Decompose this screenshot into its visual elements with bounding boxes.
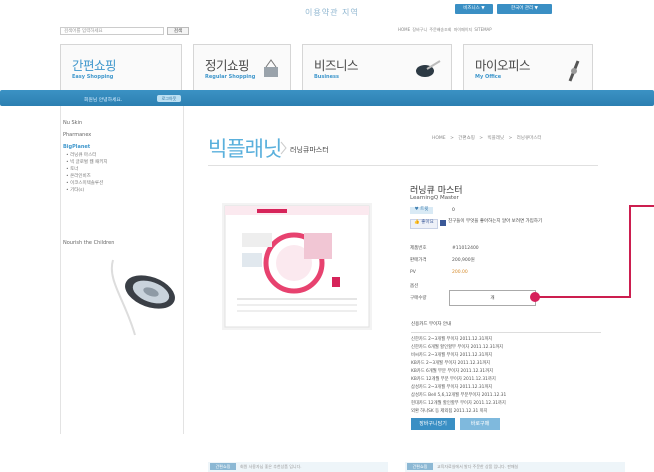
footer-tag: 간편쇼핑: [210, 463, 236, 470]
facebook-text: 친구들이 무엇을 좋아하는지 알아 보려면 가입하기: [448, 219, 543, 224]
card-line: KB카드 12개월 부분 무이자 2011.12.31까지: [411, 377, 496, 382]
annotation-line: [538, 296, 631, 298]
card-line: 외환 하나SK 등 제외됨 2011.12.31 까지: [411, 409, 488, 414]
tile-title: 비즈니스: [314, 58, 359, 73]
field-label: 제품번호: [410, 246, 427, 251]
tweet-button[interactable]: ♥ 트윗: [410, 207, 433, 214]
chevron-right-icon: [280, 141, 287, 155]
tile-title: 마이오피스: [475, 58, 531, 73]
tile-subtitle: My Office: [475, 74, 502, 80]
tile-easy-shopping[interactable]: 간편쇼핑 Easy Shopping: [60, 44, 182, 94]
card-line: 신한카드 2~3개월 무이자 2011.12.31까지: [411, 337, 493, 342]
card-line: 삼성카드 2~3개월 무이자 2011.12.31까지: [411, 385, 493, 390]
tile-subtitle: Business: [314, 74, 339, 80]
field-label: 옵션: [410, 284, 419, 289]
facebook-icon: [440, 220, 446, 226]
product-screenshot-graphic: [224, 205, 370, 328]
sidebar-sub-item[interactable]: • 이코스미텍솔루션: [66, 180, 103, 186]
quantity-input[interactable]: 개: [449, 290, 536, 306]
footer-tag: 간편쇼핑: [407, 463, 433, 470]
tile-regular-shopping[interactable]: 정기쇼핑 Regular Shopping: [193, 44, 291, 94]
sidebar-item-pharmanex[interactable]: Pharmanex: [63, 132, 91, 138]
business-dropdown[interactable]: 비즈니스 ▼: [455, 4, 493, 14]
product-code: #11012400: [452, 246, 479, 251]
basket-icon: [264, 59, 278, 77]
product-price: 200,900원: [452, 258, 475, 263]
field-label: PV: [410, 270, 416, 275]
field-label: 판매가격: [410, 258, 427, 263]
logout-button[interactable]: 로그아웃: [157, 95, 181, 102]
buy-now-button[interactable]: 바로구매: [460, 418, 500, 430]
sidebar-sub-item[interactable]: • 러닝큐 마스터: [66, 152, 96, 158]
sidebar-sub-item[interactable]: • 온라인비즈: [66, 173, 91, 179]
tile-subtitle: Regular Shopping: [205, 74, 256, 80]
annotation-dot: [530, 292, 540, 302]
sidebar-sub-item[interactable]: • 토너: [66, 166, 78, 172]
language-dropdown[interactable]: 한국어 관리 ▼: [497, 4, 552, 14]
pen-holder-icon: [568, 60, 580, 82]
tile-my-office[interactable]: 마이오피스 My Office: [463, 44, 593, 94]
add-to-cart-button[interactable]: 장바구니담기: [411, 418, 455, 430]
tweet-count: 0: [452, 208, 455, 213]
sidebar-sub-item[interactable]: • 빅 글로벌 웹 패키지: [66, 159, 108, 165]
product-pv: 200.00: [452, 270, 468, 275]
search-input[interactable]: 검색어를 입력하세요: [60, 27, 164, 35]
tile-subtitle: Easy Shopping: [72, 74, 114, 80]
tile-title: 정기쇼핑: [205, 58, 250, 73]
tile-title: 간편쇼핑: [72, 58, 117, 73]
page-title: 빅플래닛: [208, 137, 282, 161]
card-line: KB카드 6개월 부분 무이자 2011.12.31까지: [411, 369, 494, 374]
card-line: 비씨카드 2~3개월 무이자 2011.12.31까지: [411, 353, 493, 358]
card-line: KB카드 2~3개월 무이자 2011.12.31까지: [411, 361, 491, 366]
greeting-text: 회원님 안녕하세요.: [84, 98, 123, 103]
card-heading: 신용카드 무이자 안내: [411, 322, 452, 327]
footer-text[interactable]: 교육자료실에서 발다 주문한 상품 입니다. 판매실: [437, 464, 518, 470]
card-line: 신한카드 6개월 할인할부 무이자 2011.12.31까지: [411, 345, 504, 350]
promo-device-image[interactable]: [105, 250, 183, 340]
sidebar-sub-item[interactable]: • 기타(s): [66, 187, 84, 193]
site-logo[interactable]: 이용약관 지역: [305, 7, 359, 18]
sidebar-item-nuskin[interactable]: Nu Skin: [63, 120, 82, 126]
annotation-line: [629, 205, 631, 298]
page-subtitle: 러닝큐마스터: [290, 146, 329, 154]
tile-business[interactable]: 비즈니스 Business: [302, 44, 452, 94]
annotation-line: [629, 205, 654, 207]
card-line: 현대카드 12개월 할인할부 무이자 2011.12.31까지: [411, 401, 506, 406]
field-label: 구매수량: [410, 296, 427, 301]
divider: [411, 332, 601, 333]
utility-links[interactable]: HOME 장바구니 주문배송조회 마이페이지 SITEMAP: [398, 27, 492, 33]
product-name-en: LearningQ Master: [410, 195, 459, 201]
breadcrumb[interactable]: HOME > 간편쇼핑 > 빅플래닛 > 러닝큐마스터: [432, 135, 542, 141]
like-button[interactable]: 👍 좋아요: [410, 219, 438, 229]
search-button[interactable]: 검색: [167, 27, 189, 35]
sidebar-item-bigplanet[interactable]: BigPlanet: [63, 144, 90, 150]
pen-icon: [416, 60, 441, 77]
divider: [208, 165, 598, 166]
card-line: 삼성카드 Bell 5,6,12개월 부분무이자 2011.12.31: [411, 393, 507, 398]
footer-text[interactable]: 회원 사용자님 좋은 추천상품 입니다.: [240, 464, 302, 470]
promo-title[interactable]: Nourish the Children: [63, 240, 114, 246]
